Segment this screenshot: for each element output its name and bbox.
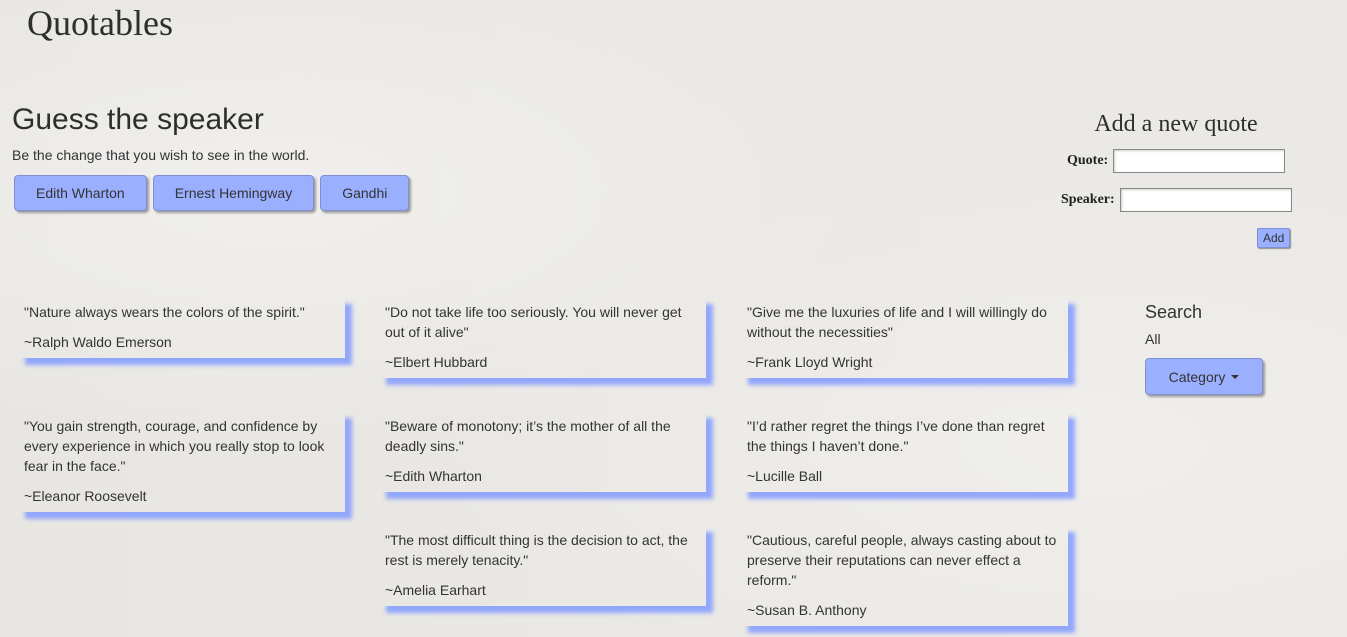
quote-speaker: ~Lucille Ball [747, 468, 823, 484]
guess-section: Guess the speaker Be the change that you… [12, 100, 410, 211]
add-quote-form: Add a new quote Quote: Speaker: Add [1058, 111, 1298, 248]
quote-speaker: ~Frank Lloyd Wright [747, 354, 873, 370]
quote-text: "I’d rather regret the things I’ve done … [747, 418, 1045, 454]
quote-card: "You gain strength, courage, and confide… [18, 411, 345, 512]
add-button[interactable]: Add [1257, 228, 1291, 248]
quote-text: "The most difficult thing is the decisio… [385, 532, 688, 568]
quote-text: "Cautious, careful people, always castin… [747, 532, 1057, 588]
quote-speaker: ~Amelia Earhart [385, 582, 486, 598]
category-label: Category [1168, 368, 1226, 385]
speaker-label: Speaker: [1061, 192, 1115, 207]
search-title: Search [1145, 302, 1203, 322]
quote-card: "Do not take life too seriously. You wil… [379, 297, 706, 378]
guess-quote: Be the change that you wish to see in th… [12, 147, 310, 163]
search-panel: Search All Category [1145, 302, 1263, 395]
category-dropdown-button[interactable]: Category [1145, 358, 1263, 395]
quote-text: "Nature always wears the colors of the s… [24, 304, 305, 320]
quote-text: "Give me the luxuries of life and I will… [747, 304, 1047, 340]
quote-text: "Beware of monotony; it’s the mother of … [385, 418, 671, 454]
add-quote-title: Add a new quote [1094, 111, 1258, 137]
quote-speaker: ~Ralph Waldo Emerson [24, 334, 172, 350]
quote-card: "The most difficult thing is the decisio… [379, 525, 706, 606]
speaker-input[interactable] [1119, 188, 1292, 212]
caret-down-icon [1231, 374, 1240, 379]
quote-speaker: ~Edith Wharton [385, 468, 482, 484]
choice-button-gandhi[interactable]: Gandhi [320, 175, 410, 211]
quote-card: "Give me the luxuries of life and I will… [741, 297, 1068, 378]
quote-label: Quote: [1067, 153, 1109, 168]
search-filter-label: All [1145, 331, 1161, 347]
speaker-choices: Edith Wharton Ernest Hemingway Gandhi [12, 175, 410, 211]
quote-card: "Cautious, careful people, always castin… [741, 525, 1068, 626]
quote-speaker: ~Susan B. Anthony [747, 602, 867, 618]
quote-text: "You gain strength, courage, and confide… [24, 418, 325, 474]
quote-speaker: ~Elbert Hubbard [385, 354, 488, 370]
site-title: Quotables [27, 3, 173, 43]
quote-input[interactable] [1113, 149, 1286, 173]
choice-button-ernest-hemingway[interactable]: Ernest Hemingway [152, 175, 315, 211]
quote-row: Quote: [1067, 149, 1286, 173]
quote-card: "Beware of monotony; it’s the mother of … [379, 411, 706, 492]
speaker-row: Speaker: [1061, 188, 1292, 212]
guess-title: Guess the speaker [12, 103, 264, 136]
quote-speaker: ~Eleanor Roosevelt [24, 488, 147, 504]
choice-button-edith-wharton[interactable]: Edith Wharton [14, 175, 147, 211]
quote-card: "Nature always wears the colors of the s… [18, 297, 345, 358]
quote-text: "Do not take life too seriously. You wil… [385, 304, 682, 340]
quote-card: "I’d rather regret the things I’ve done … [741, 411, 1068, 492]
